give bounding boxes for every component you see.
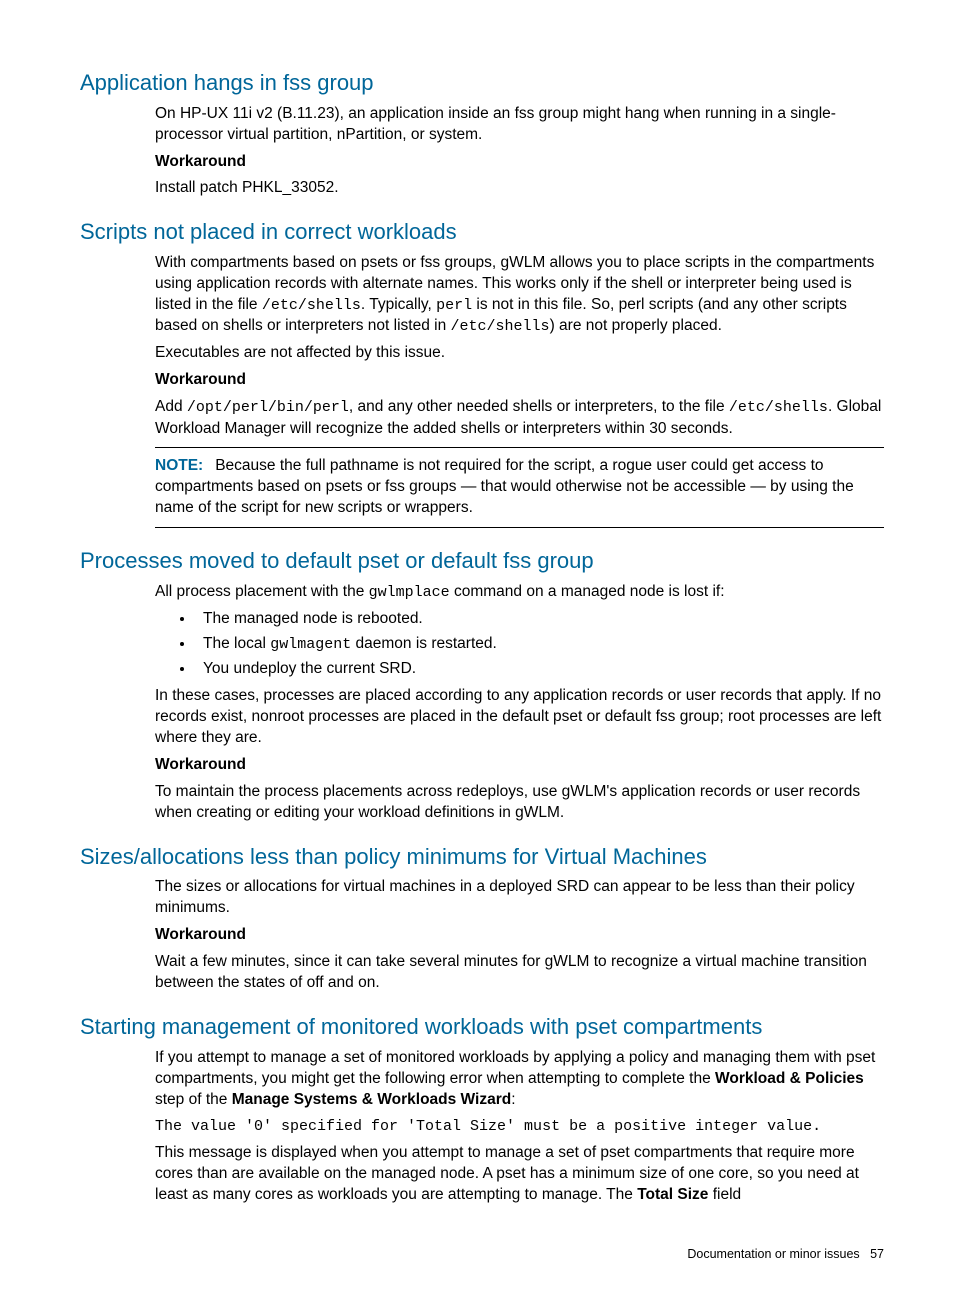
text: ) are not properly placed. xyxy=(550,317,722,334)
page-footer: Documentation or minor issues 57 xyxy=(80,1246,884,1263)
list-item: You undeploy the current SRD. xyxy=(195,659,884,680)
paragraph: Wait a few minutes, since it can take se… xyxy=(155,952,884,994)
divider xyxy=(155,447,884,448)
section-body: The sizes or allocations for virtual mac… xyxy=(155,877,884,994)
text: This message is displayed when you attem… xyxy=(155,1144,859,1203)
text: . Typically, xyxy=(361,296,436,313)
text: step of the xyxy=(155,1091,232,1108)
section-heading-starting-management: Starting management of monitored workloa… xyxy=(80,1012,884,1042)
paragraph: In these cases, processes are placed acc… xyxy=(155,686,884,749)
paragraph: If you attempt to manage a set of monito… xyxy=(155,1048,884,1111)
workaround-label: Workaround xyxy=(155,925,884,946)
section-heading-fss-hang: Application hangs in fss group xyxy=(80,68,884,98)
page-number: 57 xyxy=(870,1247,884,1261)
text: , and any other needed shells or interpr… xyxy=(349,398,729,415)
note-text: Because the full pathname is not require… xyxy=(155,457,854,516)
section-body: On HP-UX 11i v2 (B.11.23), an applicatio… xyxy=(155,104,884,200)
list-item: The local gwlmagent daemon is restarted. xyxy=(195,634,884,655)
footer-text: Documentation or minor issues xyxy=(687,1247,859,1261)
paragraph: This message is displayed when you attem… xyxy=(155,1143,884,1206)
workaround-label: Workaround xyxy=(155,152,884,173)
paragraph: To maintain the process placements acros… xyxy=(155,782,884,824)
inline-code: gwlmplace xyxy=(369,584,450,601)
note-label: NOTE: xyxy=(155,457,203,474)
text: The local xyxy=(203,635,270,652)
error-message-code: The value '0' specified for 'Total Size'… xyxy=(155,1117,884,1137)
inline-code: /etc/shells xyxy=(262,297,361,314)
bold-text: Manage Systems & Workloads Wizard xyxy=(232,1091,512,1108)
bold-text: Workload & Policies xyxy=(715,1070,864,1087)
paragraph: Executables are not affected by this iss… xyxy=(155,343,884,364)
section-body: With compartments based on psets or fss … xyxy=(155,253,884,528)
workaround-label: Workaround xyxy=(155,755,884,776)
list-item: The managed node is rebooted. xyxy=(195,609,884,630)
inline-code: /etc/shells xyxy=(729,399,828,416)
note-paragraph: NOTE:Because the full pathname is not re… xyxy=(155,456,884,519)
text: Add xyxy=(155,398,187,415)
paragraph: With compartments based on psets or fss … xyxy=(155,253,884,337)
paragraph: Install patch PHKL_33052. xyxy=(155,178,884,199)
text: daemon is restarted. xyxy=(351,635,497,652)
paragraph: On HP-UX 11i v2 (B.11.23), an applicatio… xyxy=(155,104,884,146)
bullet-list: The managed node is rebooted. The local … xyxy=(155,609,884,680)
section-body: If you attempt to manage a set of monito… xyxy=(155,1048,884,1206)
text: : xyxy=(511,1091,515,1108)
divider xyxy=(155,527,884,528)
inline-code: gwlmagent xyxy=(270,636,351,653)
paragraph: The sizes or allocations for virtual mac… xyxy=(155,877,884,919)
workaround-label: Workaround xyxy=(155,370,884,391)
paragraph: Add /opt/perl/bin/perl, and any other ne… xyxy=(155,397,884,439)
bold-text: Total Size xyxy=(637,1186,708,1203)
section-heading-processes: Processes moved to default pset or defau… xyxy=(80,546,884,576)
text: field xyxy=(708,1186,741,1203)
section-heading-sizes: Sizes/allocations less than policy minim… xyxy=(80,842,884,872)
text: All process placement with the xyxy=(155,583,369,600)
text: command on a managed node is lost if: xyxy=(450,583,725,600)
inline-code: /opt/perl/bin/perl xyxy=(187,399,349,416)
section-heading-scripts: Scripts not placed in correct workloads xyxy=(80,217,884,247)
section-body: All process placement with the gwlmplace… xyxy=(155,582,884,824)
inline-code: perl xyxy=(436,297,472,314)
inline-code: /etc/shells xyxy=(451,318,550,335)
paragraph: All process placement with the gwlmplace… xyxy=(155,582,884,603)
